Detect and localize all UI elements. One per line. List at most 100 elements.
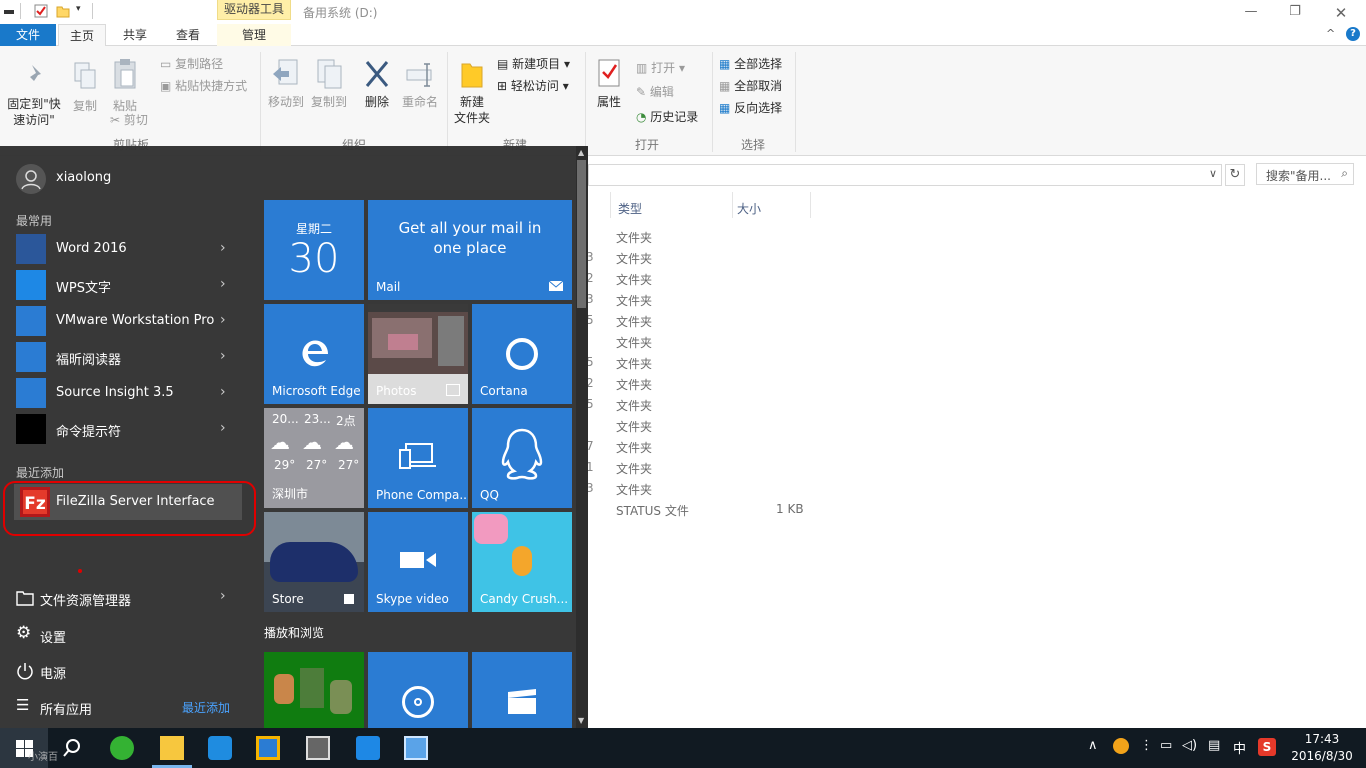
copy-path-button[interactable]: ▭ 复制路径: [160, 56, 223, 72]
pin-quick-access-button[interactable]: 固定到"快速访问": [4, 62, 66, 128]
select-all-button[interactable]: ▦ 全部选择: [719, 56, 782, 72]
ime-indicator[interactable]: 中: [1233, 738, 1246, 757]
scroll-down-icon[interactable]: ▼: [578, 716, 584, 725]
all-apps-item[interactable]: ☰ 所有应用: [14, 694, 134, 720]
list-item[interactable]: 文件夹: [586, 415, 1186, 436]
select-none-button[interactable]: ▦ 全部取消: [719, 78, 782, 94]
paste-shortcut-button[interactable]: ▣ 粘贴快捷方式: [160, 78, 247, 94]
tile-calendar[interactable]: 星期二 30: [264, 200, 364, 300]
explorer-item[interactable]: 文件资源管理器 ›: [14, 586, 244, 612]
rename-button[interactable]: 重命名: [400, 58, 440, 110]
copy-button[interactable]: 复制: [68, 62, 102, 114]
scroll-up-icon[interactable]: ▲: [578, 148, 584, 157]
power-item[interactable]: 电源: [14, 658, 244, 684]
column-type[interactable]: 类型: [618, 200, 642, 217]
chevron-right-icon[interactable]: ›: [220, 276, 226, 292]
source-insight-icon[interactable]: [306, 736, 330, 760]
new-folder-icon[interactable]: [56, 4, 70, 18]
list-item[interactable]: 5 文件夹: [586, 394, 1186, 415]
list-item[interactable]: 3 文件夹: [586, 247, 1186, 268]
invert-selection-button[interactable]: ▦ 反向选择: [719, 100, 782, 116]
chevron-right-icon[interactable]: ›: [220, 384, 226, 400]
move-to-button[interactable]: 移动到: [264, 58, 308, 110]
history-button[interactable]: ◔ 历史记录: [636, 109, 698, 125]
list-item[interactable]: 2 文件夹: [586, 373, 1186, 394]
tile-cortana[interactable]: Cortana: [472, 304, 572, 404]
tile-photos[interactable]: Photos: [368, 304, 468, 404]
list-item[interactable]: 2 文件夹: [586, 268, 1186, 289]
search-icon[interactable]: [62, 738, 82, 758]
tile-groove-music[interactable]: [368, 652, 468, 728]
refresh-button[interactable]: ↻: [1225, 164, 1245, 186]
most-used-item[interactable]: WPS文字 ›: [14, 268, 244, 302]
most-used-item[interactable]: Source Insight 3.5 ›: [14, 376, 244, 410]
list-item[interactable]: 3 文件夹: [586, 478, 1186, 499]
most-used-item[interactable]: VMware Workstation Pro ›: [14, 304, 244, 338]
clock[interactable]: 17:43 2016/8/30: [1287, 731, 1357, 765]
app-store-icon[interactable]: [208, 736, 232, 760]
tile-edge[interactable]: Microsoft Edge: [264, 304, 364, 404]
volume-icon[interactable]: ◁): [1182, 738, 1197, 753]
list-item[interactable]: 文件夹: [586, 226, 1186, 247]
qat-dropdown-icon[interactable]: ▾: [76, 4, 81, 14]
network-icon[interactable]: ▭: [1160, 738, 1172, 753]
open-button[interactable]: ▥ 打开 ▾: [636, 60, 685, 76]
help-icon[interactable]: ?: [1346, 27, 1360, 41]
chevron-right-icon[interactable]: ›: [220, 240, 226, 256]
properties-button[interactable]: 属性: [592, 58, 626, 110]
scrollbar-thumb[interactable]: [577, 160, 586, 308]
file-explorer-icon[interactable]: [160, 736, 184, 760]
user-name[interactable]: xiaolong: [56, 170, 111, 185]
tab-file[interactable]: 文件: [0, 24, 56, 46]
list-item[interactable]: 7 文件夹: [586, 436, 1186, 457]
tile-qq[interactable]: QQ: [472, 408, 572, 508]
new-folder-button[interactable]: 新建 文件夹: [452, 58, 492, 126]
drive-icon[interactable]: [4, 10, 14, 14]
tab-home[interactable]: 主页: [58, 24, 106, 47]
list-item[interactable]: 5 文件夹: [586, 352, 1186, 373]
tab-manage[interactable]: 管理: [217, 24, 291, 46]
paste-button[interactable]: 粘贴: [108, 58, 142, 114]
tile-store[interactable]: Store: [264, 512, 364, 612]
copy-to-button[interactable]: 复制到: [307, 58, 351, 110]
most-used-item[interactable]: Word 2016 ›: [14, 232, 244, 266]
properties-icon[interactable]: [34, 4, 48, 18]
settings-item[interactable]: ⚙ 设置: [14, 622, 244, 648]
easy-access-button[interactable]: ⊞ 轻松访问 ▾: [497, 78, 569, 94]
list-item[interactable]: STATUS 文件 1 KB: [586, 499, 1186, 520]
address-bar[interactable]: ∨: [588, 164, 1222, 186]
bluetooth-icon[interactable]: ⋮: [1140, 738, 1153, 753]
tile-mail[interactable]: Get all your mail in one place Mail: [368, 200, 572, 300]
tray-expand-icon[interactable]: ∧: [1088, 738, 1098, 753]
list-item[interactable]: 5 文件夹: [586, 310, 1186, 331]
edit-button[interactable]: ✎ 编辑: [636, 84, 674, 100]
cut-button[interactable]: ✂ 剪切: [110, 112, 148, 128]
tile-xbox[interactable]: [264, 652, 364, 728]
delete-button[interactable]: 删除: [360, 58, 394, 110]
action-center-icon[interactable]: ▤: [1208, 738, 1220, 753]
maximize-button[interactable]: ❐: [1280, 4, 1310, 19]
tile-skype-video[interactable]: Skype video: [368, 512, 468, 612]
tab-share[interactable]: 共享: [110, 24, 160, 46]
list-item[interactable]: 1 文件夹: [586, 457, 1186, 478]
chevron-right-icon[interactable]: ›: [220, 312, 226, 328]
new-item-button[interactable]: ▤ 新建项目 ▾: [497, 56, 570, 72]
tile-phone-companion[interactable]: Phone Compa...: [368, 408, 468, 508]
minimize-button[interactable]: —: [1236, 4, 1266, 19]
chevron-right-icon[interactable]: ›: [220, 420, 226, 436]
tab-view[interactable]: 查看: [164, 24, 212, 46]
wps-icon[interactable]: [356, 736, 380, 760]
tile-weather[interactable]: 20... ☁ 29° 23... ☁ 27° 2点 ☁ 27° 深圳市: [264, 408, 364, 508]
ribbon-collapse-icon[interactable]: ^: [1326, 27, 1335, 40]
sogou-icon[interactable]: S: [1258, 738, 1276, 756]
vmware-icon[interactable]: [256, 736, 280, 760]
close-button[interactable]: ✕: [1326, 4, 1356, 22]
address-dropdown-icon[interactable]: ∨: [1209, 167, 1217, 180]
tile-movies[interactable]: [472, 652, 572, 728]
network-app-icon[interactable]: [404, 736, 428, 760]
list-item[interactable]: 3 文件夹: [586, 289, 1186, 310]
column-size[interactable]: 大小: [737, 200, 761, 217]
tray-app-icon[interactable]: [1113, 738, 1129, 754]
most-used-item[interactable]: 命令提示符 ›: [14, 412, 244, 446]
ie-icon[interactable]: [110, 736, 134, 760]
